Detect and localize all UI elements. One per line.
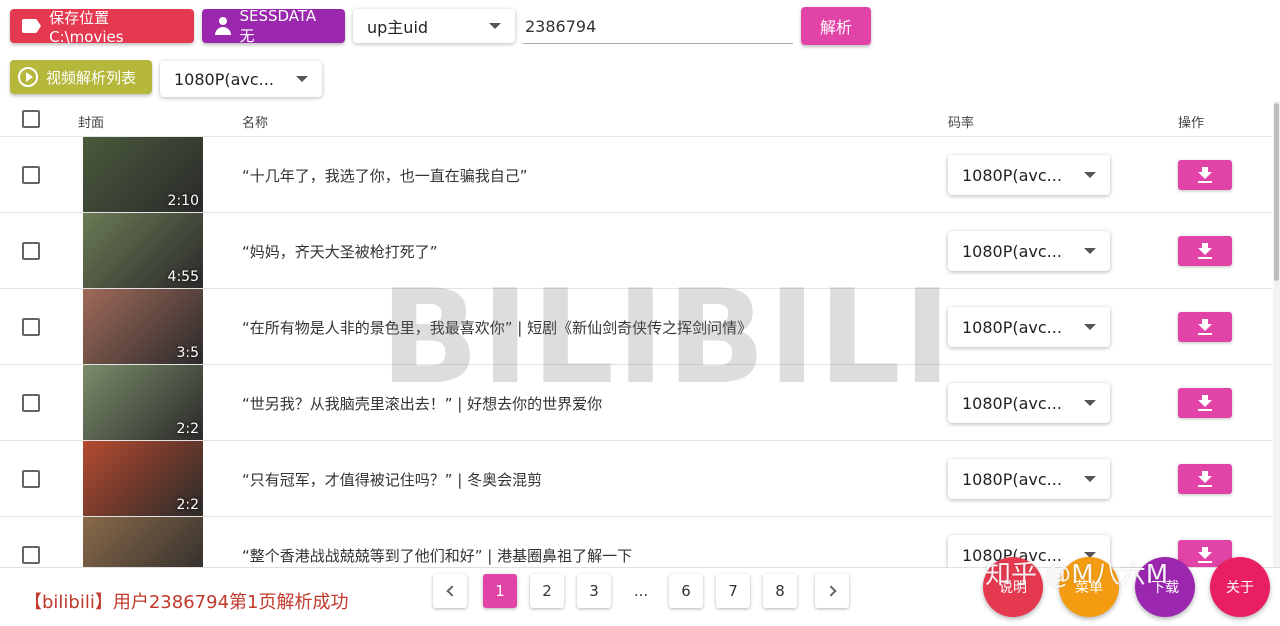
download-icon <box>1197 167 1213 183</box>
scrollbar-thumb[interactable] <box>1274 103 1279 281</box>
play-circle-icon <box>18 67 38 87</box>
uid-input-value: 2386794 <box>525 17 597 36</box>
download-icon <box>1197 395 1213 411</box>
parse-button-label: 解析 <box>819 18 852 37</box>
video-title: “只有冠军，才值得被记住吗？” | 冬奥会混剪 <box>242 471 543 489</box>
download-button[interactable] <box>1178 312 1232 342</box>
video-title: “十几年了，我选了你，也一直在骗我自己” <box>242 167 528 185</box>
page-button-7[interactable]: 7 <box>716 574 750 608</box>
video-title: “妈妈，齐天大圣被枪打死了” <box>242 243 438 261</box>
top-toolbar: 保存位置 C:\movies SESSDATA 无 up主uid 2386794… <box>0 0 1280 52</box>
table-header: 封面 名称 码率 操作 <box>0 101 1280 137</box>
download-icon <box>1197 319 1213 335</box>
video-duration: 3:5 <box>176 345 199 361</box>
table-row: 2:2 “只有冠军，才值得被记住吗？” | 冬奥会混剪 1080P(avc... <box>0 441 1280 517</box>
save-location-label: 保存位置 C:\movies <box>49 8 124 46</box>
download-icon <box>1197 547 1213 563</box>
table-row: 2:2 “世另我？从我脑壳里滚出去！” | 好想去你的世界爱你 1080P(av… <box>0 365 1280 441</box>
row-checkbox[interactable] <box>22 318 40 336</box>
video-thumbnail: 2:2 <box>83 365 203 440</box>
page-button-2[interactable]: 2 <box>530 574 564 608</box>
status-message: 【bilibili】用户2386794第1页解析成功 <box>24 592 349 613</box>
row-quality-select[interactable]: 1080P(avc... <box>948 155 1110 195</box>
search-type-value: up主uid <box>367 18 429 37</box>
row-quality-select[interactable]: 1080P(avc... <box>948 459 1110 499</box>
video-duration: 2:2 <box>176 497 199 513</box>
row-quality-value: 1080P(avc... <box>962 469 1062 489</box>
footer: 【bilibili】用户2386794第1页解析成功 1 2 3 ... 6 7… <box>0 557 1280 626</box>
global-quality-select[interactable]: 1080P(avc... <box>160 61 322 97</box>
video-title: “世另我？从我脑壳里滚出去！” | 好想去你的世界爱你 <box>242 395 603 413</box>
header-cover: 封面 <box>78 116 105 131</box>
label-icon <box>22 19 42 33</box>
download-button[interactable] <box>1178 236 1232 266</box>
table-row: 3:5 “在所有物是人非的景色里，我最喜欢你” | 短剧《新仙剑奇侠传之挥剑问情… <box>0 289 1280 365</box>
chevron-left-icon <box>445 585 458 597</box>
dropdown-caret-icon <box>1084 172 1096 178</box>
video-duration: 2:2 <box>176 421 199 437</box>
about-fab[interactable]: 关于 <box>1210 557 1270 617</box>
dropdown-caret-icon <box>489 23 501 29</box>
page-button-6[interactable]: 6 <box>669 574 703 608</box>
row-quality-select[interactable]: 1080P(avc... <box>948 383 1110 423</box>
dropdown-caret-icon <box>1084 248 1096 254</box>
select-all-checkbox[interactable] <box>22 110 40 128</box>
table-row: 2:10 “十几年了，我选了你，也一直在骗我自己” 1080P(avc... <box>0 137 1280 213</box>
dropdown-caret-icon <box>1084 476 1096 482</box>
prev-page-button[interactable] <box>433 574 467 608</box>
video-list-label: 视频解析列表 <box>46 68 137 87</box>
video-thumbnail: 4:55 <box>83 213 203 288</box>
chevron-right-icon <box>824 585 837 597</box>
page-button-8[interactable]: 8 <box>763 574 797 608</box>
page-button-1[interactable]: 1 <box>483 574 517 608</box>
video-thumbnail <box>83 517 203 567</box>
parse-button[interactable]: 解析 <box>801 7 871 45</box>
video-duration: 4:55 <box>167 269 199 285</box>
row-quality-value: 1080P(avc... <box>962 393 1062 413</box>
uid-input[interactable]: 2386794 <box>523 10 793 44</box>
row-checkbox[interactable] <box>22 166 40 184</box>
zhihu-watermark: 知乎 @M八六M <box>985 560 1169 590</box>
video-table: 封面 名称 码率 操作 2:10 “十几年了，我选了你，也一直在骗我自己” 10… <box>0 101 1280 567</box>
sessdata-label: SESSDATA 无 <box>239 6 317 45</box>
global-quality-value: 1080P(avc... <box>174 69 274 89</box>
row-checkbox[interactable] <box>22 242 40 260</box>
download-button[interactable] <box>1178 160 1232 190</box>
dropdown-caret-icon <box>296 76 308 82</box>
row-quality-select[interactable]: 1080P(avc... <box>948 307 1110 347</box>
download-button[interactable] <box>1178 464 1232 494</box>
row-quality-value: 1080P(avc... <box>962 165 1062 185</box>
download-icon <box>1197 243 1213 259</box>
row-quality-value: 1080P(avc... <box>962 241 1062 261</box>
table-row: 4:55 “妈妈，齐天大圣被枪打死了” 1080P(avc... <box>0 213 1280 289</box>
page-ellipsis: ... <box>633 582 649 600</box>
user-icon <box>214 17 232 35</box>
dropdown-caret-icon <box>1084 324 1096 330</box>
header-name: 名称 <box>242 116 269 131</box>
video-duration: 2:10 <box>167 193 199 209</box>
sessdata-button[interactable]: SESSDATA 无 <box>202 6 345 45</box>
download-button[interactable] <box>1178 388 1232 418</box>
page-button-3[interactable]: 3 <box>577 574 611 608</box>
row-checkbox[interactable] <box>22 394 40 412</box>
table-scrollbar[interactable] <box>1273 101 1280 567</box>
header-bitrate: 码率 <box>948 116 975 131</box>
header-action: 操作 <box>1178 116 1205 131</box>
video-list-button[interactable]: 视频解析列表 <box>10 60 152 94</box>
video-title: “在所有物是人非的景色里，我最喜欢你” | 短剧《新仙剑奇侠传之挥剑问情》 <box>242 319 753 337</box>
row-quality-select[interactable]: 1080P(avc... <box>948 231 1110 271</box>
row-checkbox[interactable] <box>22 546 40 564</box>
row-checkbox[interactable] <box>22 470 40 488</box>
video-thumbnail: 2:10 <box>83 137 203 212</box>
video-thumbnail: 3:5 <box>83 289 203 364</box>
search-type-select[interactable]: up主uid <box>353 9 515 43</box>
video-title: “整个香港战战兢兢等到了他们和好” | 港基圈鼻祖了解一下 <box>242 547 633 565</box>
save-location-button[interactable]: 保存位置 C:\movies <box>10 8 194 46</box>
next-page-button[interactable] <box>815 574 849 608</box>
row-quality-value: 1080P(avc... <box>962 317 1062 337</box>
video-thumbnail: 2:2 <box>83 441 203 516</box>
download-icon <box>1197 471 1213 487</box>
dropdown-caret-icon <box>1084 400 1096 406</box>
